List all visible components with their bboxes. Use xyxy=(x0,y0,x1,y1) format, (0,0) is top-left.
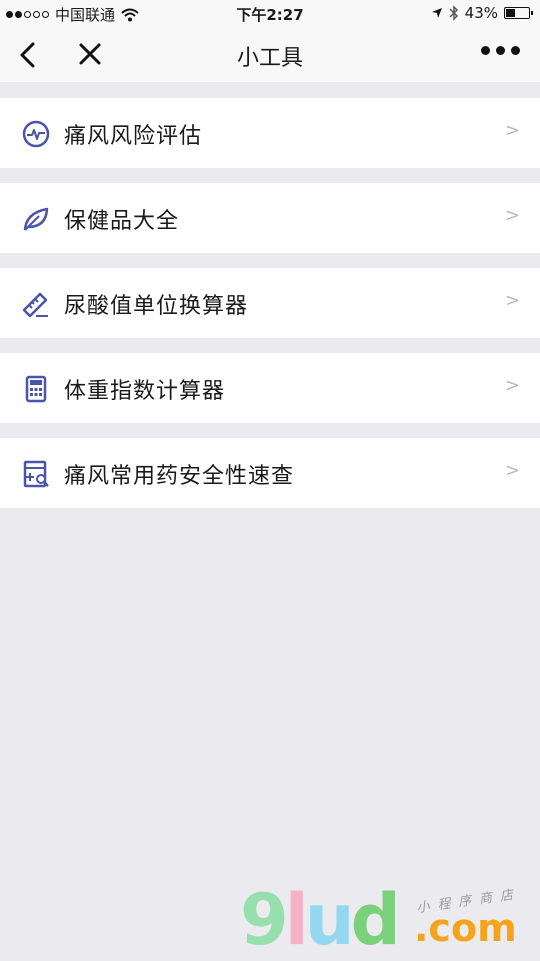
watermark-letter: u xyxy=(304,879,355,961)
battery-level xyxy=(506,9,515,17)
bluetooth-icon xyxy=(449,5,458,21)
list-item-drug-safety[interactable]: 痛风常用药安全性速查 > xyxy=(0,438,540,508)
page-title: 小工具 xyxy=(236,46,303,71)
battery-icon xyxy=(504,7,533,19)
tool-list: 痛风风险评估 > 保健品大全 > 尿酸值单位换算器 > 体重指数计算器 > 痛风… xyxy=(0,98,540,523)
watermark-letter: d xyxy=(350,879,401,961)
watermark-suffix: .com xyxy=(414,906,517,950)
list-item-label: 尿酸值单位换算器 xyxy=(64,294,249,319)
chevron-right-icon: > xyxy=(504,460,520,481)
location-arrow-icon xyxy=(431,8,442,18)
watermark-logo: 9lud 小程序商店 .com xyxy=(240,880,540,960)
list-item-label: 痛风风险评估 xyxy=(64,124,203,149)
list-item-bmi-calculator[interactable]: 体重指数计算器 > xyxy=(0,353,540,423)
navigation-bar: 小工具 xyxy=(0,28,540,82)
list-item-gout-risk[interactable]: 痛风风险评估 > xyxy=(0,98,540,168)
more-options-icon[interactable] xyxy=(481,46,520,55)
chevron-right-icon: > xyxy=(504,120,520,141)
top-bar: 中国联通 下午2:27 43% 小工具 xyxy=(0,0,540,82)
drug-search-icon xyxy=(23,460,49,488)
list-item-uric-acid-converter[interactable]: 尿酸值单位换算器 > xyxy=(0,268,540,338)
watermark-letter: l xyxy=(284,879,309,961)
list-item-label: 痛风常用药安全性速查 xyxy=(64,464,295,489)
chevron-right-icon: > xyxy=(504,290,520,311)
leaf-icon xyxy=(23,207,49,231)
watermark-brand: 9lud xyxy=(240,879,401,961)
watermark-letter: 9 xyxy=(240,879,289,961)
chevron-right-icon: > xyxy=(504,205,520,226)
status-right: 43% xyxy=(431,4,533,22)
chevron-right-icon: > xyxy=(504,375,520,396)
list-item-supplements[interactable]: 保健品大全 > xyxy=(0,183,540,253)
heart-pulse-circle-icon xyxy=(22,120,50,148)
status-bar: 中国联通 下午2:27 43% xyxy=(0,0,540,28)
list-item-label: 体重指数计算器 xyxy=(64,379,226,404)
ruler-icon xyxy=(22,292,48,318)
calculator-icon xyxy=(25,375,47,403)
battery-percent: 43% xyxy=(464,4,498,22)
list-item-label: 保健品大全 xyxy=(64,209,180,234)
